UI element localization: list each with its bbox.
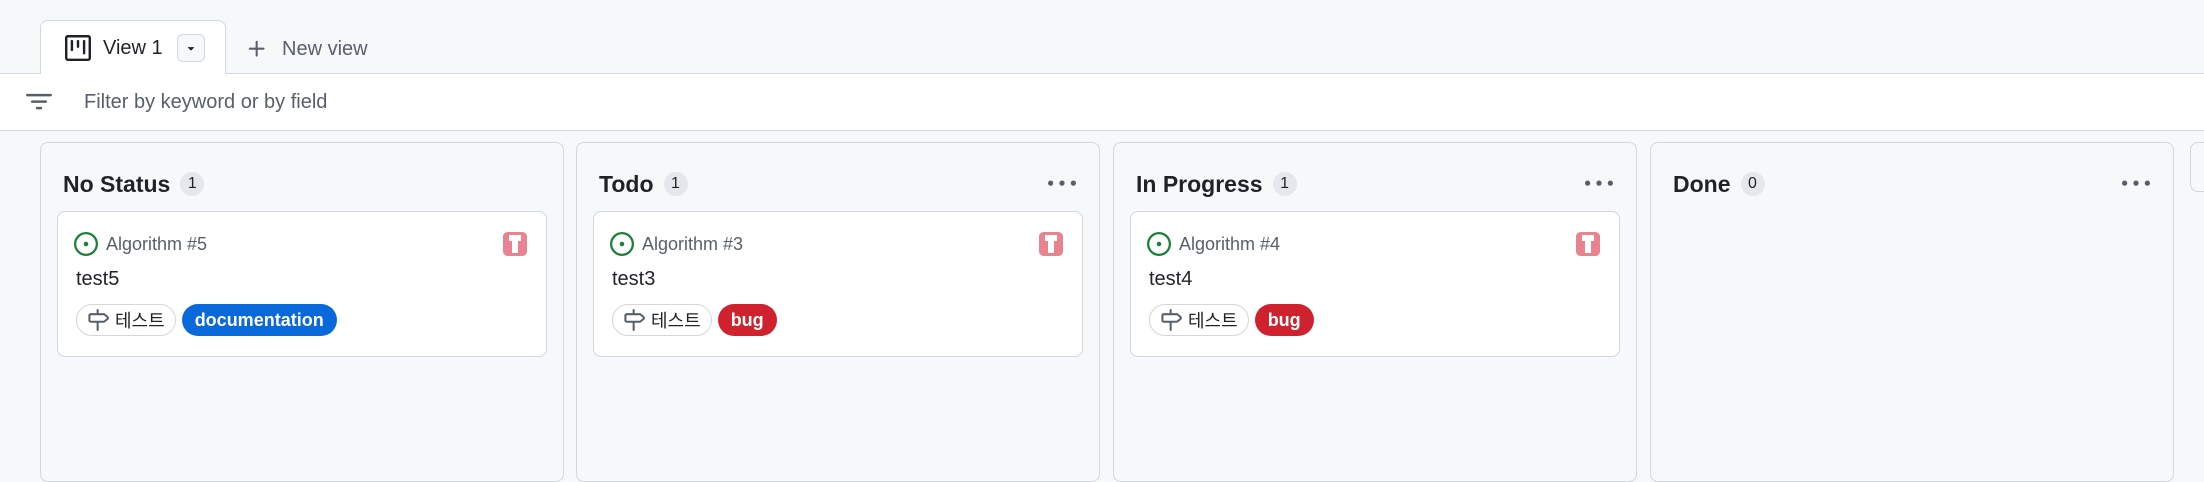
milestone-icon bbox=[623, 309, 645, 331]
card-labels: 테스트 bug bbox=[1149, 304, 1314, 336]
column-menu-button[interactable] bbox=[1582, 169, 1616, 199]
filter-input[interactable] bbox=[84, 90, 984, 114]
tab-view-1[interactable]: View 1 bbox=[40, 20, 226, 75]
kebab-horizontal-icon bbox=[1585, 170, 1613, 198]
column-in-progress: In Progress 1 Algorithm #4 test4 테스트 bug bbox=[1113, 142, 1637, 482]
column-todo: Todo 1 Algorithm #3 test3 테스트 bug bbox=[576, 142, 1100, 482]
issue-card[interactable]: Algorithm #4 test4 테스트 bug bbox=[1130, 211, 1620, 357]
column-title: In Progress bbox=[1136, 170, 1263, 197]
column-count-badge: 1 bbox=[663, 172, 688, 196]
issue-opened-icon bbox=[1147, 232, 1171, 256]
column-done: Done 0 bbox=[1650, 142, 2174, 482]
milestone-field-label: 테스트 bbox=[1188, 311, 1238, 331]
kebab-horizontal-icon bbox=[1048, 170, 1076, 198]
assignee-avatar[interactable] bbox=[1573, 229, 1603, 259]
project-board-icon bbox=[65, 35, 91, 61]
column-count-badge: 1 bbox=[1272, 172, 1297, 196]
tab-view-1-label: View 1 bbox=[103, 36, 163, 59]
column-header: Done 0 bbox=[1673, 167, 2153, 201]
plus-icon bbox=[246, 38, 268, 60]
assignee-avatar[interactable] bbox=[1036, 229, 1066, 259]
issue-card[interactable]: Algorithm #5 test5 테스트 documentation bbox=[57, 211, 547, 357]
column-count-badge: 0 bbox=[1740, 172, 1765, 196]
milestone-icon bbox=[87, 309, 109, 331]
issue-reference-link[interactable]: Algorithm #5 bbox=[106, 234, 207, 255]
column-title: No Status bbox=[63, 170, 171, 197]
column-header: No Status 1 bbox=[63, 167, 543, 201]
kebab-horizontal-icon bbox=[2122, 170, 2150, 198]
issue-opened-icon bbox=[74, 232, 98, 256]
column-no-status: No Status 1 Algorithm #5 test5 테스트 docum… bbox=[40, 142, 564, 482]
label-documentation[interactable]: documentation bbox=[181, 304, 337, 336]
view-tabbar: View 1 New view bbox=[0, 0, 2204, 75]
milestone-field-chip[interactable]: 테스트 bbox=[1149, 304, 1249, 336]
milestone-field-chip[interactable]: 테스트 bbox=[76, 304, 176, 336]
milestone-icon bbox=[1160, 309, 1182, 331]
issue-opened-icon bbox=[610, 232, 634, 256]
issue-title[interactable]: test3 bbox=[612, 268, 655, 291]
view-options-dropdown-button[interactable] bbox=[176, 34, 205, 62]
issue-card[interactable]: Algorithm #3 test3 테스트 bug bbox=[593, 211, 1083, 357]
column-header: Todo 1 bbox=[599, 167, 1079, 201]
column-menu-button[interactable] bbox=[2119, 169, 2153, 199]
filter-bar bbox=[0, 74, 2204, 131]
milestone-field-label: 테스트 bbox=[115, 311, 165, 331]
column-menu-button[interactable] bbox=[1045, 169, 1079, 199]
filter-icon[interactable] bbox=[26, 89, 52, 115]
card-labels: 테스트 documentation bbox=[76, 304, 337, 336]
column-title: Todo bbox=[599, 170, 654, 197]
issue-reference-link[interactable]: Algorithm #3 bbox=[642, 234, 743, 255]
new-view-label: New view bbox=[282, 37, 368, 60]
column-title: Done bbox=[1673, 170, 1731, 197]
issue-title[interactable]: test4 bbox=[1149, 268, 1192, 291]
add-column-button[interactable] bbox=[2190, 142, 2204, 192]
column-header: In Progress 1 bbox=[1136, 167, 1616, 201]
assignee-avatar[interactable] bbox=[500, 229, 530, 259]
card-labels: 테스트 bug bbox=[612, 304, 777, 336]
milestone-field-chip[interactable]: 테스트 bbox=[612, 304, 712, 336]
issue-title[interactable]: test5 bbox=[76, 268, 119, 291]
label-bug[interactable]: bug bbox=[1254, 304, 1314, 336]
milestone-field-label: 테스트 bbox=[651, 311, 701, 331]
label-bug[interactable]: bug bbox=[717, 304, 777, 336]
column-count-badge: 1 bbox=[180, 172, 205, 196]
new-view-button[interactable]: New view bbox=[246, 32, 368, 66]
triangle-down-icon bbox=[184, 41, 198, 55]
issue-reference-link[interactable]: Algorithm #4 bbox=[1179, 234, 1280, 255]
